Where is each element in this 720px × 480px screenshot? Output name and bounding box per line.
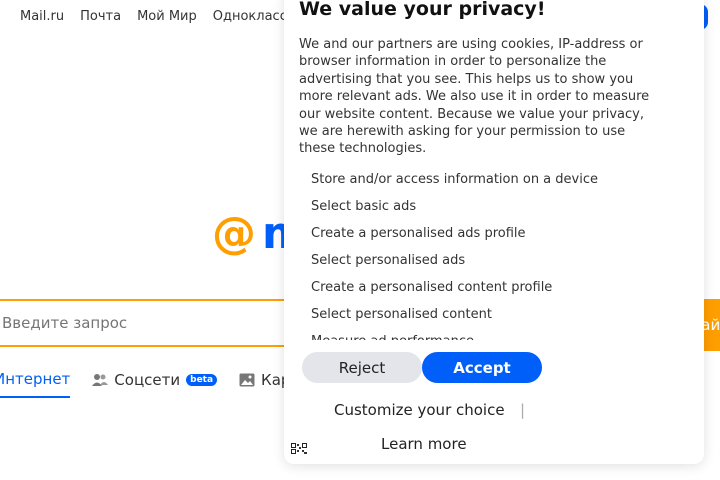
accept-button[interactable]: Accept	[422, 352, 542, 383]
consent-description: We and our partners are using cookies, I…	[299, 37, 650, 157]
customize-choice-link[interactable]: Customize your choice	[334, 401, 505, 419]
purpose-item[interactable]: Select basic ads	[311, 197, 681, 224]
privacy-consent-dialog: We value your privacy! We and our partne…	[284, 0, 704, 464]
image-icon	[239, 373, 255, 387]
tab-socseti-label: Соцсети	[114, 371, 181, 389]
logo-at-symbol: @	[212, 208, 256, 259]
purpose-item[interactable]: Store and/or access information on a dev…	[311, 170, 681, 197]
qr-code-icon	[291, 443, 307, 454]
learn-more-link[interactable]: Learn more	[381, 435, 467, 453]
consent-title: We value your privacy!	[299, 0, 546, 20]
reject-button[interactable]: Reject	[302, 352, 422, 383]
purpose-item[interactable]: Create a personalised content profile	[311, 278, 681, 305]
purpose-item[interactable]: Select personalised content	[311, 305, 681, 332]
people-icon	[92, 374, 109, 386]
purpose-item[interactable]: Select personalised ads	[311, 251, 681, 278]
nav-moy-mir[interactable]: Мой Мир	[137, 9, 197, 24]
top-nav: Mail.ru Почта Мой Мир Одноклассники	[20, 9, 320, 24]
tab-internet-label: Интернет	[0, 370, 71, 388]
beta-badge: beta	[186, 374, 218, 386]
nav-pochta[interactable]: Почта	[80, 9, 121, 24]
consent-purpose-list[interactable]: Store and/or access information on a dev…	[311, 170, 681, 340]
purpose-item[interactable]: Create a personalised ads profile	[311, 224, 681, 251]
tab-socseti[interactable]: Соцсети beta	[92, 371, 218, 397]
tab-internet[interactable]: Интернет	[0, 370, 71, 398]
nav-mailru[interactable]: Mail.ru	[20, 9, 64, 24]
link-separator: |	[520, 401, 526, 419]
purpose-item[interactable]: Measure ad performance	[311, 332, 681, 340]
